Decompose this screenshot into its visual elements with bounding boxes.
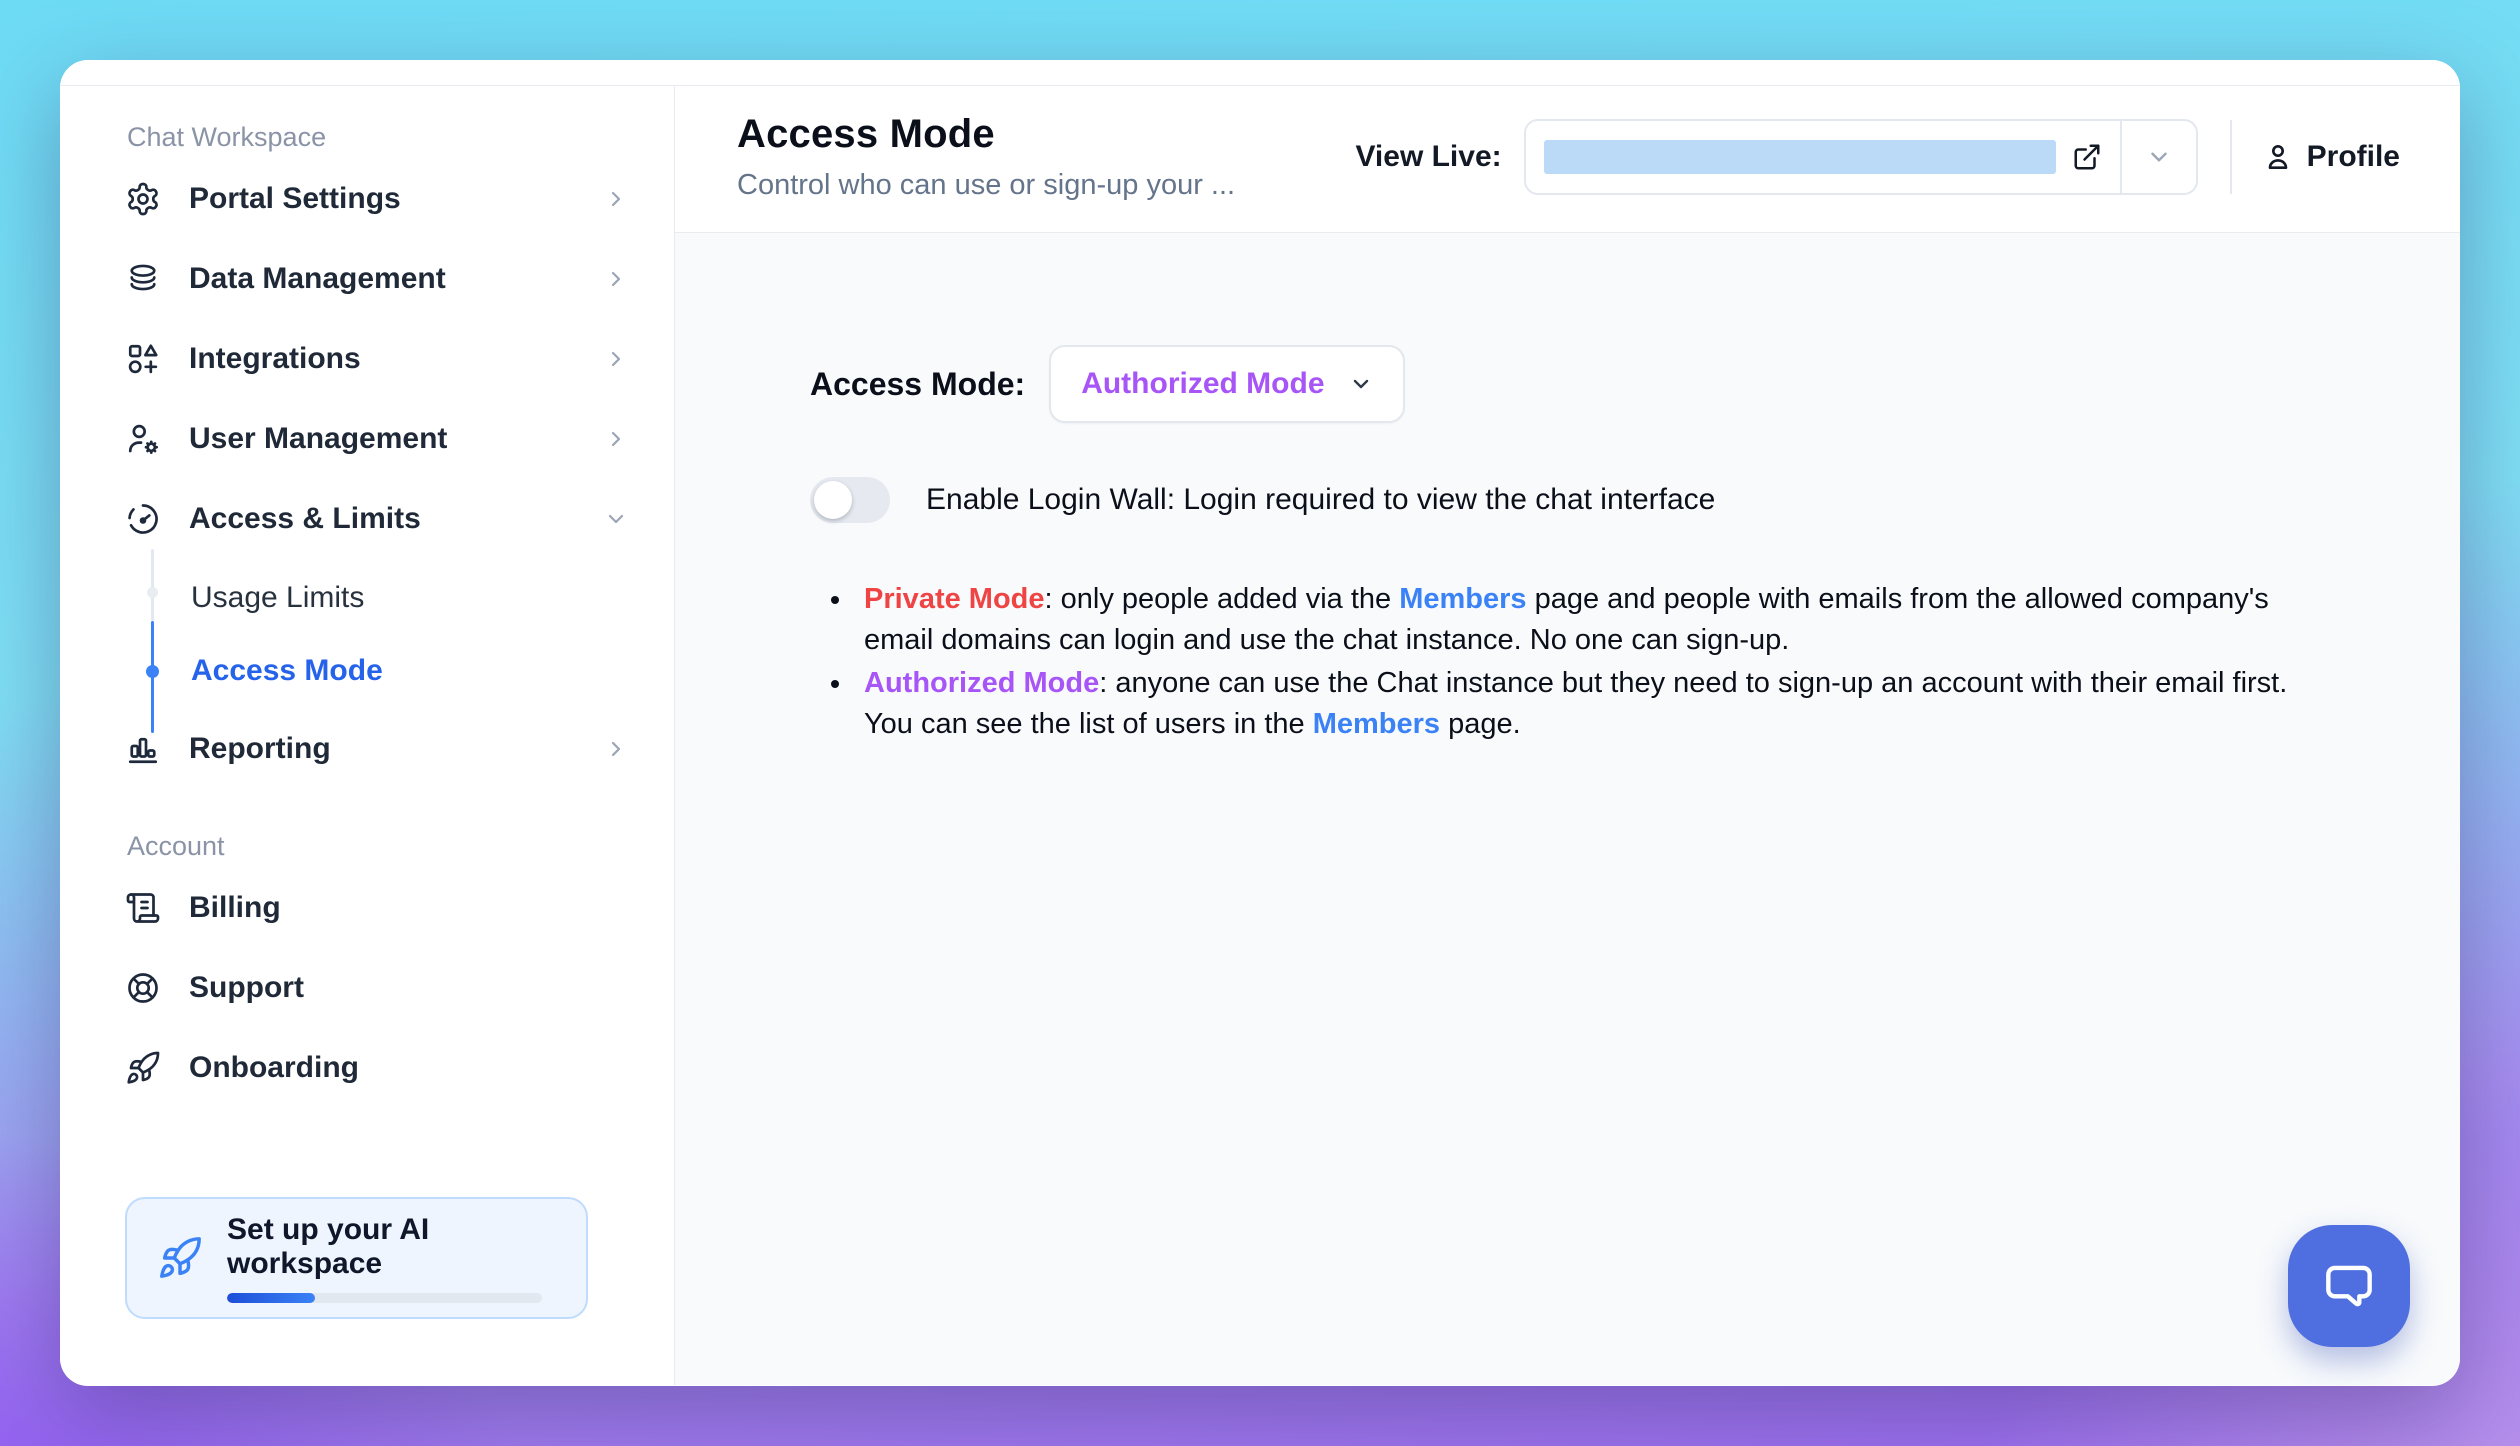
- user-gear-icon: [125, 421, 161, 457]
- sidebar-item-label: Billing: [189, 891, 281, 925]
- sidebar-item-billing[interactable]: Billing: [125, 868, 628, 948]
- page-title: Access Mode: [737, 112, 1235, 157]
- header-divider: [2230, 120, 2232, 194]
- sidebar-item-label: Onboarding: [189, 1051, 359, 1085]
- help-chat-button[interactable]: [2288, 1225, 2410, 1347]
- login-wall-toggle[interactable]: [810, 477, 890, 523]
- database-icon: [125, 261, 161, 297]
- members-link[interactable]: Members: [1313, 708, 1440, 740]
- rocket-icon: [125, 1050, 161, 1086]
- rocket-icon: [157, 1235, 203, 1281]
- authorized-mode-term: Authorized Mode: [864, 667, 1099, 699]
- sidebar-item-label: Support: [189, 971, 304, 1005]
- page-subtitle: Control who can use or sign-up your ...: [737, 169, 1235, 202]
- chevron-right-icon: [604, 347, 628, 371]
- sidebar-item-label: Reporting: [189, 732, 331, 766]
- sidebar-subitem-access-mode[interactable]: Access Mode: [191, 634, 628, 707]
- sidebar-item-access-limits[interactable]: Access & Limits: [125, 479, 628, 559]
- sidebar-item-label: User Management: [189, 422, 447, 456]
- view-live-link[interactable]: [1526, 121, 2120, 193]
- sidebar-subitem-usage-limits[interactable]: Usage Limits: [191, 561, 628, 634]
- setup-progress-bar: [227, 1293, 542, 1303]
- shapes-icon: [125, 341, 161, 377]
- gauge-icon: [125, 501, 161, 537]
- chevron-right-icon: [604, 737, 628, 761]
- access-mode-label: Access Mode:: [810, 366, 1025, 403]
- content-area: Access Mode: Authorized Mode Enable Logi…: [675, 233, 2460, 1385]
- access-mode-select[interactable]: Authorized Mode: [1049, 345, 1404, 423]
- sidebar-item-integrations[interactable]: Integrations: [125, 319, 628, 399]
- lifebuoy-icon: [125, 970, 161, 1006]
- sidebar-item-label: Portal Settings: [189, 182, 401, 216]
- view-live-label: View Live:: [1355, 140, 1501, 174]
- chevron-right-icon: [604, 187, 628, 211]
- chevron-down-icon: [1349, 372, 1373, 396]
- bar-chart-icon: [125, 731, 161, 767]
- private-mode-term: Private Mode: [864, 583, 1045, 615]
- bullet-text: page.: [1440, 708, 1521, 740]
- chevron-right-icon: [604, 267, 628, 291]
- sidebar-item-portal-settings[interactable]: Portal Settings: [125, 159, 628, 239]
- login-wall-label: Enable Login Wall: Login required to vie…: [926, 483, 1715, 517]
- private-mode-bullet: Private Mode: only people added via the …: [854, 579, 2324, 661]
- receipt-icon: [125, 890, 161, 926]
- sidebar-item-onboarding[interactable]: Onboarding: [125, 1028, 628, 1108]
- sidebar-item-user-management[interactable]: User Management: [125, 399, 628, 479]
- external-link-icon: [2072, 142, 2102, 172]
- access-mode-selected-value: Authorized Mode: [1081, 367, 1324, 401]
- profile-button[interactable]: Profile: [2262, 140, 2400, 174]
- subnav-dot: [147, 587, 158, 598]
- setup-progress-fill: [227, 1293, 315, 1303]
- sidebar-section-label: Chat Workspace: [127, 122, 628, 153]
- live-url-redacted: [1544, 140, 2056, 174]
- view-live-widget: [1524, 119, 2198, 195]
- chevron-down-icon: [604, 507, 628, 531]
- profile-label: Profile: [2307, 140, 2400, 174]
- authorized-mode-bullet: Authorized Mode: anyone can use the Chat…: [854, 663, 2324, 745]
- chat-bubble-icon: [2318, 1255, 2380, 1317]
- bullet-text: : only people added via the: [1045, 583, 1400, 615]
- page-header: Access Mode Control who can use or sign-…: [675, 86, 2460, 233]
- chevron-down-icon: [2146, 144, 2172, 170]
- sidebar-item-reporting[interactable]: Reporting: [125, 709, 628, 789]
- mode-description-list: Private Mode: only people added via the …: [854, 579, 2324, 745]
- subnav-dot-active: [146, 665, 159, 678]
- setup-workspace-card[interactable]: Set up your AI workspace: [125, 1197, 588, 1319]
- chevron-right-icon: [604, 427, 628, 451]
- sidebar-item-label: Integrations: [189, 342, 361, 376]
- setup-card-title: Set up your AI workspace: [227, 1213, 556, 1281]
- sidebar-item-data-management[interactable]: Data Management: [125, 239, 628, 319]
- access-limits-subnav: Usage Limits Access Mode: [151, 561, 628, 707]
- sidebar: Chat Workspace Portal Settings Data Mana…: [60, 86, 675, 1385]
- gear-icon: [125, 181, 161, 217]
- subnav-rail: [151, 549, 154, 621]
- sidebar-scroll-fade: [60, 1133, 674, 1203]
- sidebar-item-support[interactable]: Support: [125, 948, 628, 1028]
- sidebar-item-label: Access & Limits: [189, 502, 421, 536]
- view-live-dropdown-button[interactable]: [2120, 121, 2196, 193]
- app-window: Chat Workspace Portal Settings Data Mana…: [60, 60, 2460, 1386]
- sidebar-item-label: Data Management: [189, 262, 446, 296]
- window-top-strip: [60, 60, 2460, 86]
- user-icon: [2262, 141, 2294, 173]
- main-panel: Access Mode Control who can use or sign-…: [675, 86, 2460, 1385]
- toggle-knob: [814, 481, 852, 519]
- sidebar-section-label-account: Account: [127, 831, 628, 862]
- members-link[interactable]: Members: [1399, 583, 1526, 615]
